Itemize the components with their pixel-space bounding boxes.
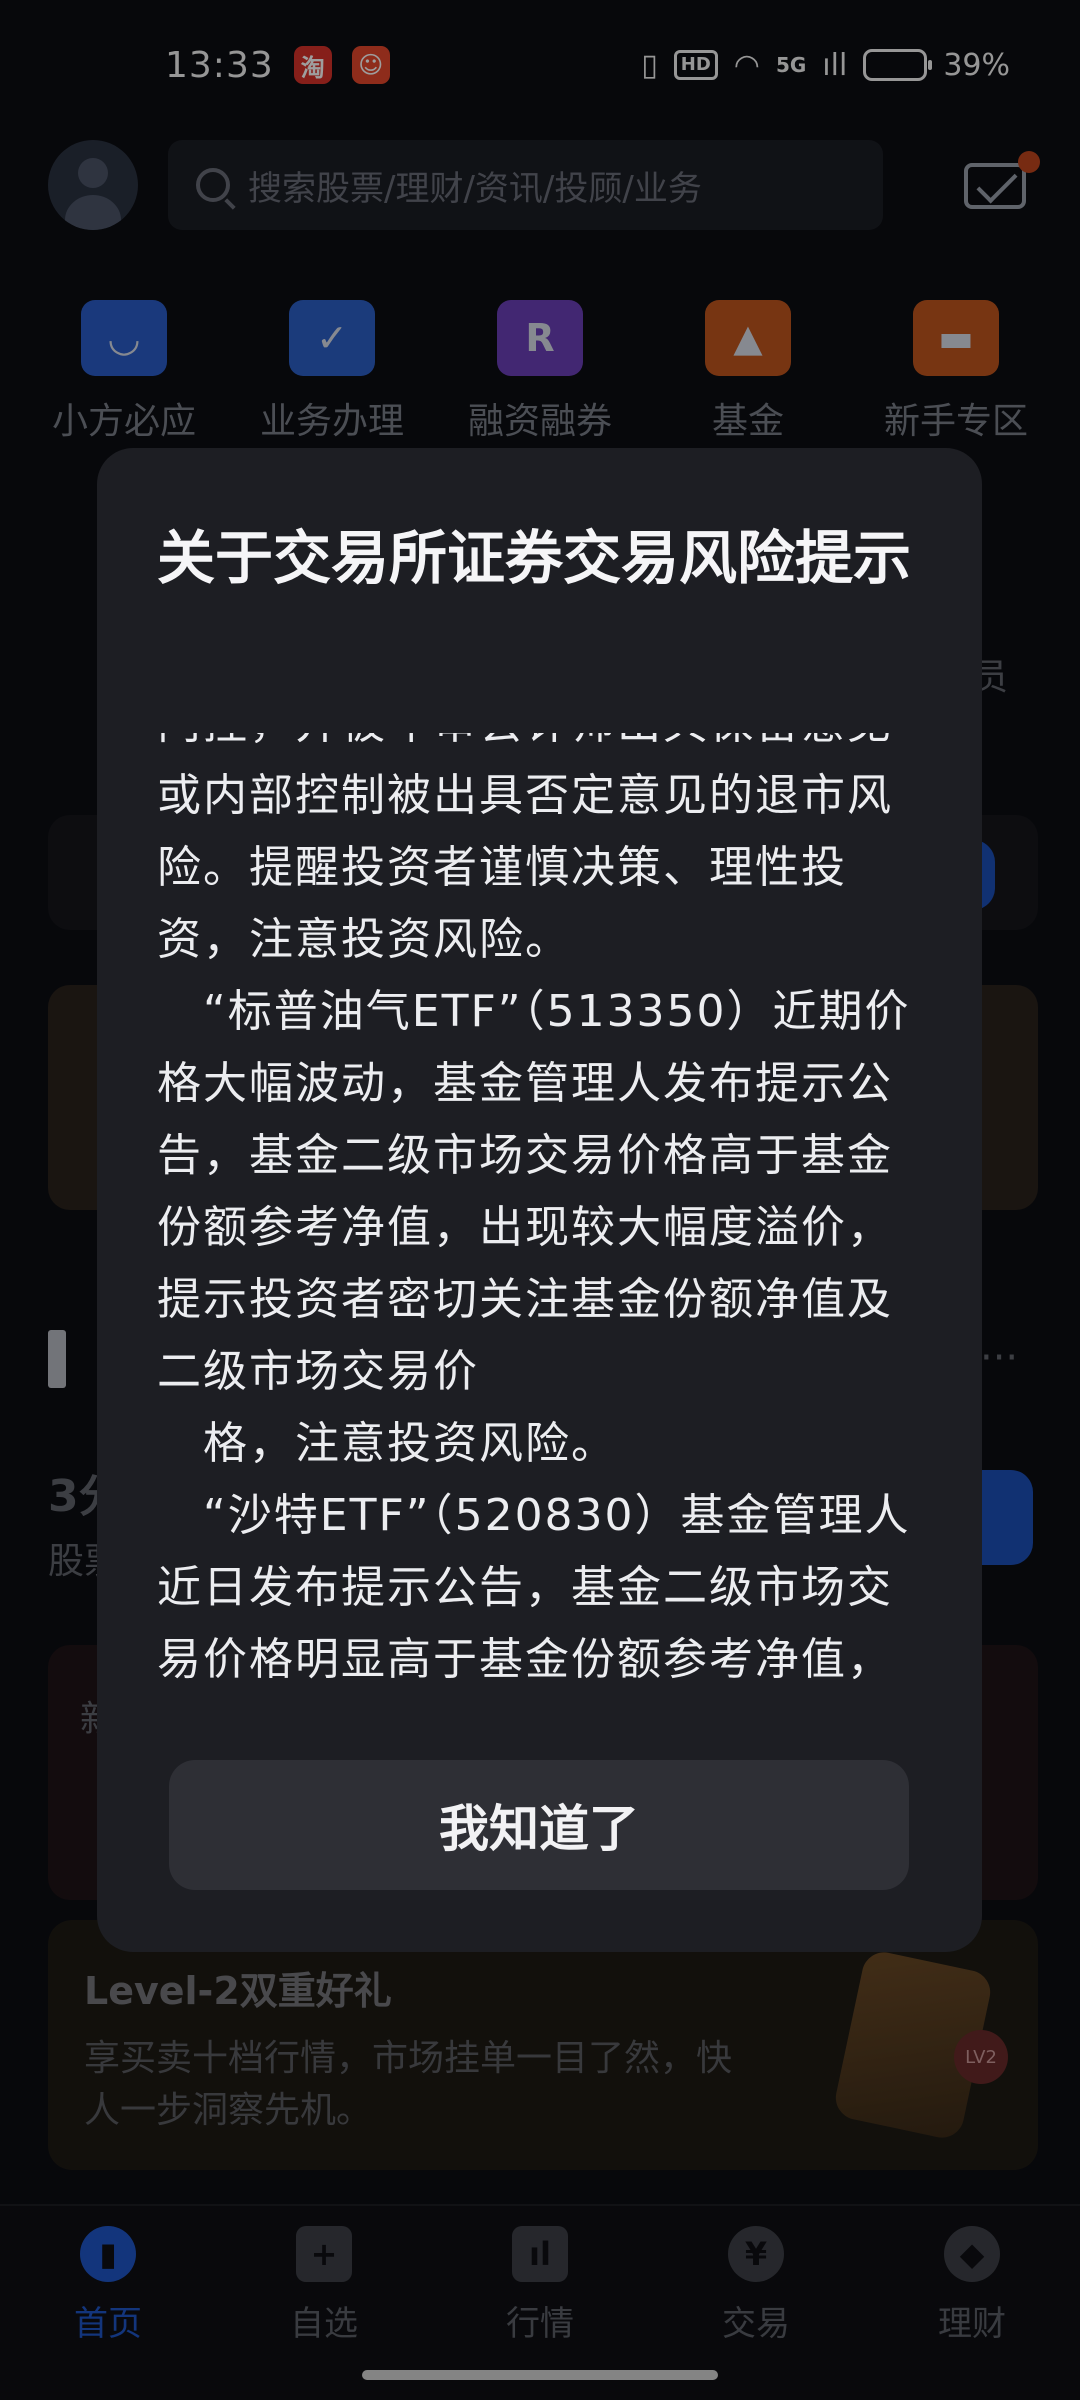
dialog-body: 内控，并被年审会计师出具保留意见或内部控制被出具否定意见的退市风险。提醒投资者谨… (157, 733, 927, 1683)
acknowledge-button[interactable]: 我知道了 (169, 1760, 909, 1890)
dialog-paragraph: “沙特ETF”（520830）基金管理人近日发布提示公告，基金二级市场交易价格明… (157, 1490, 911, 1683)
risk-notice-dialog: 关于交易所证券交易风险提示 内控，并被年审会计师出具保留意见或内部控制被出具否定… (97, 448, 982, 1952)
dialog-paragraph: 内控，并被年审会计师出具保留意见或内部控制被出具否定意见的退市风险。提醒投资者谨… (157, 733, 893, 965)
dialog-title: 关于交易所证券交易风险提示 (157, 524, 912, 592)
dialog-scroll-area[interactable]: 内控，并被年审会计师出具保留意见或内部控制被出具否定意见的退市风险。提醒投资者谨… (157, 733, 927, 1683)
dialog-paragraph: “标普油气ETF”（513350）近期价格大幅波动，基金管理人发布提示公告，基金… (157, 986, 911, 1397)
dialog-paragraph: 格，注意投资风险。 (157, 1418, 617, 1469)
